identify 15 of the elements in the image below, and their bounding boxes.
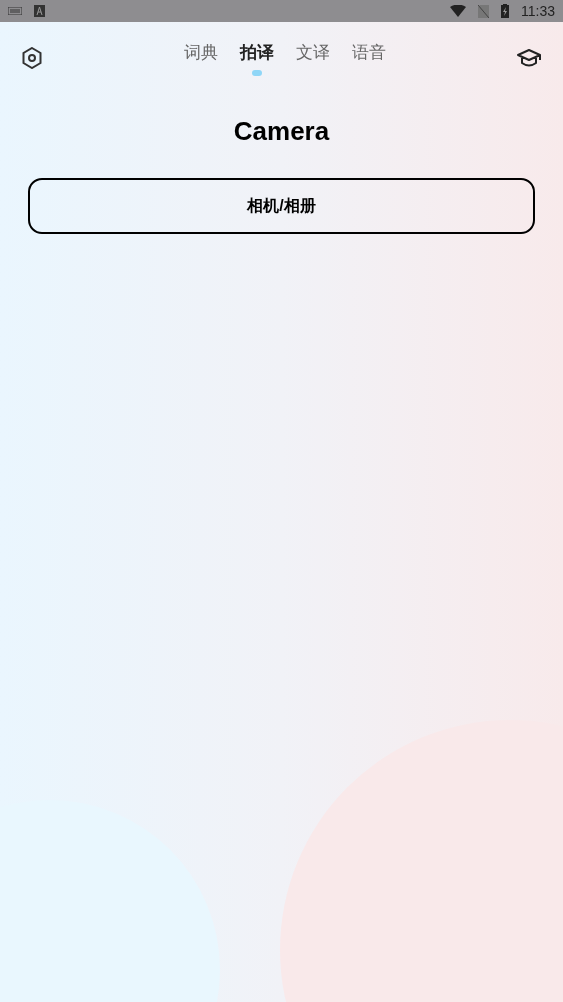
nav-tab[interactable]: 语音: [351, 40, 386, 66]
tab-indicator: [251, 70, 262, 76]
nav-tab[interactable]: 拍译: [239, 40, 274, 66]
nav-tab[interactable]: 词典: [183, 40, 218, 66]
battery-icon: [501, 4, 509, 18]
letter-a-icon: [34, 5, 45, 17]
keyboard-icon: [8, 7, 22, 15]
nav-tab[interactable]: 文译: [295, 40, 330, 66]
no-sim-icon: [478, 4, 489, 18]
page-title: Camera: [232, 115, 331, 148]
settings-icon[interactable]: [22, 47, 42, 69]
camera-album-button[interactable]: 相机/相册: [28, 178, 535, 234]
status-time: 11:33: [521, 1, 555, 21]
wifi-icon: [450, 5, 466, 17]
graduation-cap-icon[interactable]: [517, 48, 541, 68]
